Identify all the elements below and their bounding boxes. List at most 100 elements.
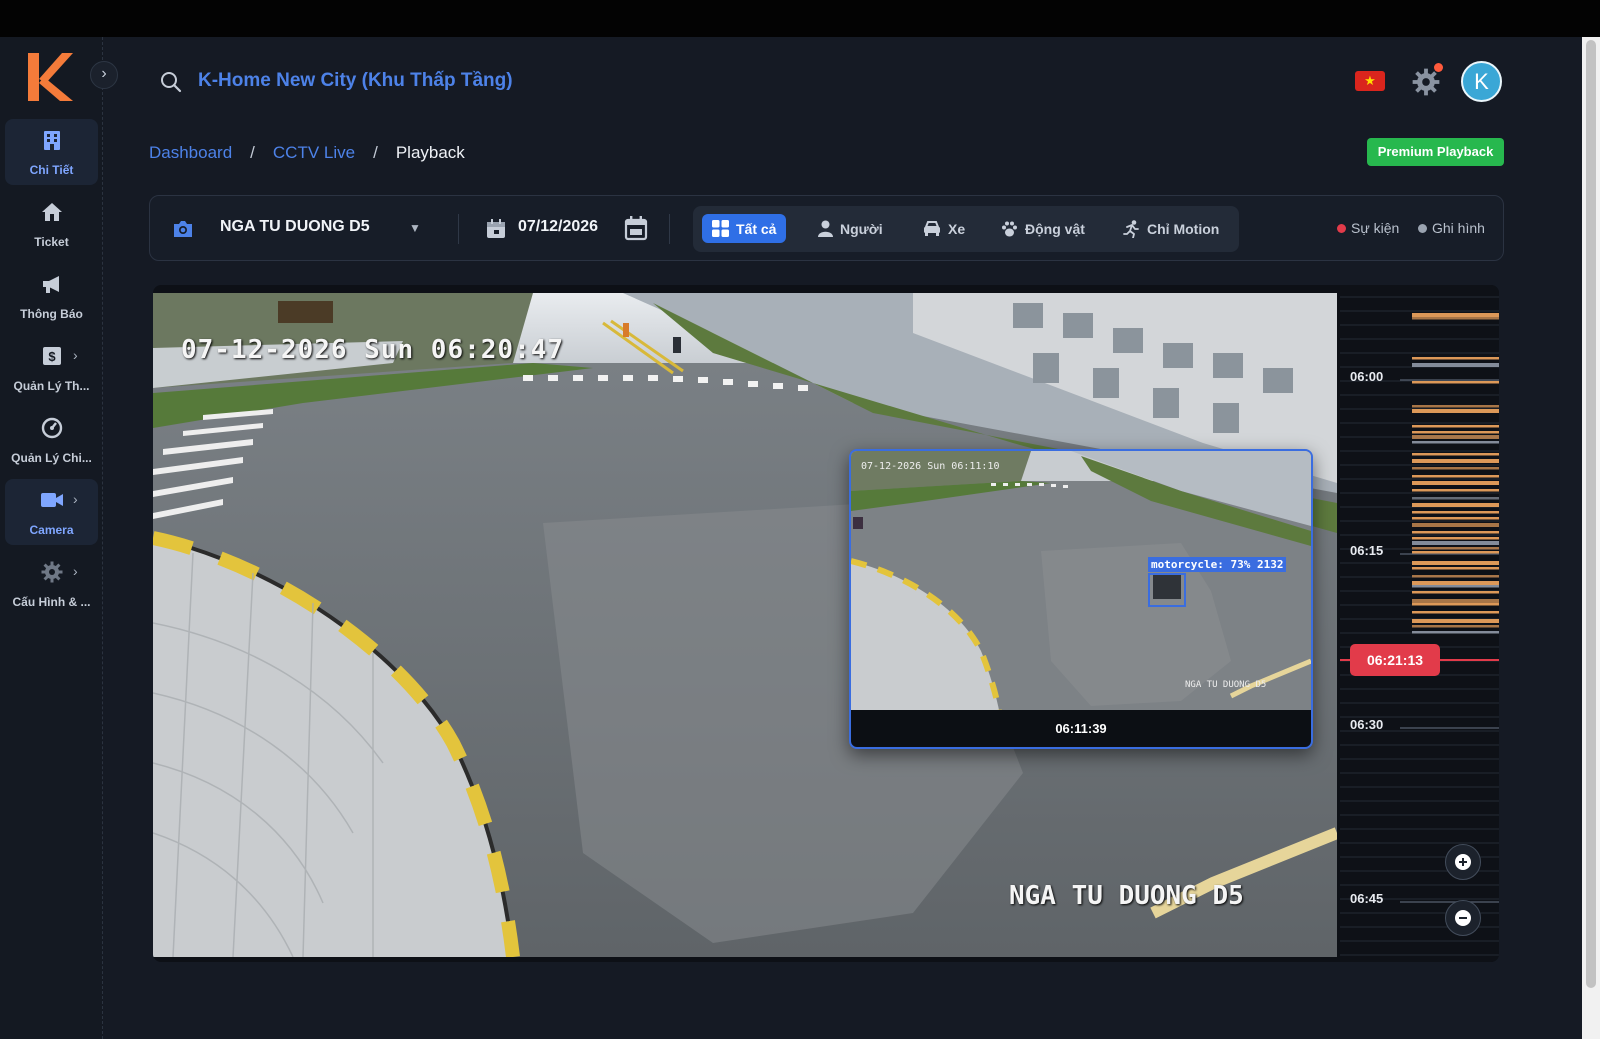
camera-select[interactable]: NGA TU DUONG D5	[220, 218, 370, 236]
timeline-event-mark[interactable]	[1412, 381, 1499, 384]
filter-animal[interactable]: Động vật	[991, 214, 1095, 243]
timeline-event-mark[interactable]	[1412, 537, 1499, 540]
sidebar-item-quan-ly-thu[interactable]: $ › Quản Lý Th...	[5, 335, 98, 401]
legend-event-label: Sự kiện	[1351, 220, 1400, 236]
timeline-event-mark[interactable]	[1412, 547, 1499, 550]
premium-playback-badge: Premium Playback	[1367, 138, 1504, 166]
timeline-event-mark[interactable]	[1412, 591, 1499, 594]
preview-osd-camera-name: NGA TU DUONG D5	[1185, 680, 1267, 690]
timeline-event-mark[interactable]	[1412, 441, 1499, 444]
timeline-event-mark[interactable]	[1412, 481, 1499, 485]
cctv-video-frame[interactable]: 07-12-2026 Sun 06:20:47 NGA TU DUONG D5	[153, 293, 1337, 957]
timeline-event-mark[interactable]	[1412, 599, 1499, 603]
timeline-event-mark[interactable]	[1412, 541, 1499, 545]
zoom-out-icon	[1455, 910, 1471, 926]
timeline-event-mark[interactable]	[1412, 531, 1499, 534]
avatar[interactable]: K	[1461, 61, 1502, 102]
filter-motion-only[interactable]: Chỉ Motion	[1113, 214, 1229, 243]
gauge-icon	[5, 415, 98, 441]
timeline-event-mark[interactable]	[1412, 611, 1499, 614]
timeline-event-mark[interactable]	[1412, 459, 1499, 463]
sidebar-item-ticket[interactable]: Ticket	[5, 191, 98, 257]
k-logo[interactable]	[26, 51, 74, 103]
sidebar-item-camera[interactable]: › Camera	[5, 479, 98, 545]
timeline-event-mark[interactable]	[1412, 357, 1499, 360]
toolbar-divider	[458, 214, 459, 244]
page-scrollbar[interactable]	[1582, 37, 1600, 1039]
timeline-event-mark[interactable]	[1412, 619, 1499, 623]
timeline-event-mark[interactable]	[1412, 453, 1499, 456]
grid-icon	[712, 220, 729, 237]
timeline-event-mark[interactable]	[1412, 517, 1499, 520]
timeline-event-mark[interactable]	[1412, 523, 1499, 527]
camera-icon	[174, 221, 192, 237]
sidebar-collapse-button[interactable]: ›	[90, 61, 118, 89]
timeline-label: 06:15	[1350, 543, 1384, 558]
sidebar-item-cau-hinh[interactable]: › Cấu Hình & ...	[5, 551, 98, 617]
timeline-event-mark[interactable]	[1412, 581, 1499, 585]
preview-time: 06:11:39	[1055, 721, 1107, 736]
building-icon	[5, 127, 98, 153]
timeline-event-mark[interactable]	[1412, 567, 1499, 570]
timeline-event-mark[interactable]	[1412, 425, 1499, 428]
zoom-out-button[interactable]	[1445, 900, 1481, 936]
legend-recording: Ghi hình	[1418, 220, 1485, 236]
timeline-event-mark[interactable]	[1412, 631, 1499, 634]
search-icon[interactable]	[160, 71, 182, 93]
timeline-event-mark[interactable]	[1412, 603, 1499, 606]
settings-gear-icon[interactable]	[1412, 68, 1440, 96]
person-icon	[818, 220, 833, 237]
date-picker-value[interactable]: 07/12/2026	[518, 218, 598, 236]
filter-animal-label: Động vật	[1025, 220, 1085, 237]
scrollbar-thumb[interactable]	[1586, 40, 1596, 988]
calendar-picker-icon[interactable]	[624, 215, 648, 241]
recording-dot	[1418, 223, 1427, 233]
timeline-event-mark[interactable]	[1412, 431, 1499, 434]
filter-vehicle[interactable]: Xe	[913, 214, 975, 243]
video-player[interactable]: 07-12-2026 Sun 06:20:47 NGA TU DUONG D5	[153, 285, 1499, 962]
vietnam-flag-icon[interactable]: ★	[1355, 71, 1385, 91]
calendar-icon	[487, 219, 505, 238]
timeline-event-mark[interactable]	[1412, 489, 1499, 492]
sidebar-item-thong-bao[interactable]: Thông Báo	[5, 263, 98, 329]
chevron-right-icon: ›	[73, 347, 78, 363]
timeline-event-mark[interactable]	[1412, 435, 1499, 439]
timeline-event-mark[interactable]	[1412, 363, 1499, 367]
timeline-label: 06:45	[1350, 891, 1384, 906]
timeline-event-mark[interactable]	[1412, 511, 1499, 514]
timeline-event-mark[interactable]	[1412, 475, 1499, 478]
project-title[interactable]: K-Home New City (Khu Thấp Tầng)	[198, 70, 513, 92]
timeline-event-mark[interactable]	[1412, 503, 1499, 507]
timeline-event-mark[interactable]	[1412, 575, 1499, 578]
playback-timeline[interactable]: 06:00 06:15 06:30 06:45 06:21:13	[1340, 285, 1499, 962]
chevron-down-icon[interactable]: ▼	[409, 221, 421, 235]
filter-all-label: Tất cả	[736, 220, 777, 237]
breadcrumb-separator: /	[250, 143, 255, 162]
sidebar-item-chi-tiet[interactable]: Chi Tiết	[5, 119, 98, 185]
current-time-badge[interactable]: 06:21:13	[1350, 644, 1440, 676]
timeline-event-mark[interactable]	[1412, 625, 1499, 628]
sidebar-item-quan-ly-chi[interactable]: Quản Lý Chi...	[5, 407, 98, 473]
zoom-in-button[interactable]	[1445, 844, 1481, 880]
car-icon	[924, 221, 940, 236]
timeline-event-mark[interactable]	[1412, 551, 1499, 554]
detection-label: motorcycle: 73% 2132	[1148, 557, 1287, 572]
event-dot	[1337, 223, 1346, 233]
timeline-event-mark[interactable]	[1412, 585, 1499, 588]
chevron-right-icon: ›	[73, 563, 78, 579]
sidebar-item-label: Camera	[29, 523, 74, 537]
breadcrumb-cctv-live[interactable]: CCTV Live	[273, 143, 355, 162]
filter-person[interactable]: Người	[808, 214, 893, 243]
event-preview-popup[interactable]: 07-12-2026 Sun 06:11:10 NGA TU DUONG D5 …	[849, 449, 1313, 749]
timeline-event-mark[interactable]	[1412, 313, 1499, 317]
timeline-event-mark[interactable]	[1412, 561, 1499, 565]
breadcrumb-playback: Playback	[395, 143, 465, 162]
timeline-event-mark[interactable]	[1412, 409, 1499, 413]
timeline-event-mark[interactable]	[1412, 317, 1499, 320]
timeline-event-mark[interactable]	[1412, 405, 1499, 408]
breadcrumb-dashboard[interactable]: Dashboard	[149, 143, 232, 162]
sidebar-item-label: Cấu Hình & ...	[12, 595, 91, 609]
timeline-event-mark[interactable]	[1412, 497, 1499, 500]
timeline-event-mark[interactable]	[1412, 467, 1499, 470]
filter-all[interactable]: Tất cả	[702, 214, 787, 243]
